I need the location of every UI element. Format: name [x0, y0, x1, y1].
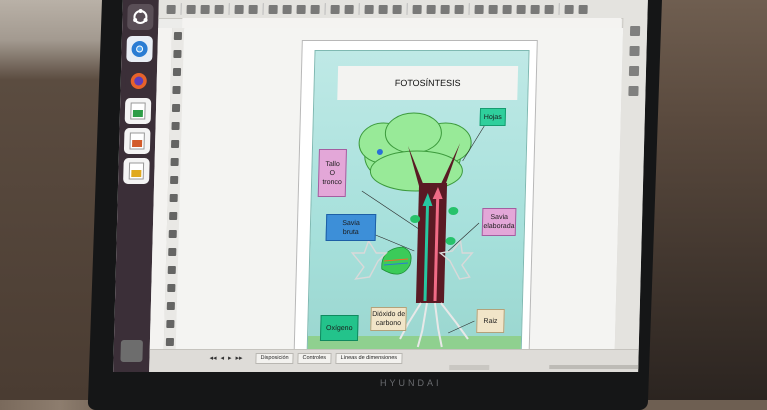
poster-background: FOTOSÍNTESIS Hojas Tallo O tronco Savia …: [306, 50, 530, 357]
crop-icon[interactable]: [530, 4, 540, 14]
line-icon[interactable]: [171, 104, 181, 112]
properties-icon[interactable]: [629, 26, 641, 36]
callouts-icon[interactable]: [166, 302, 175, 310]
chromium-icon[interactable]: [126, 36, 153, 62]
monitor-brand-logo: HYUNDAI: [380, 378, 442, 388]
ubuntu-dash-icon[interactable]: [127, 4, 154, 30]
select-arrow-icon[interactable]: [173, 32, 183, 40]
select-tool-icon[interactable]: [166, 4, 176, 14]
align-objects-icon[interactable]: [488, 4, 498, 14]
toolbar-separator: [262, 3, 264, 15]
print-icon[interactable]: [248, 4, 258, 14]
tab-navigation: ◂◂ ◂ ▸ ▸▸: [209, 354, 242, 362]
main-toolbar: [158, 0, 648, 19]
oxygen-arrow: [350, 239, 388, 280]
navigator-icon[interactable]: [628, 86, 639, 96]
screen: FOTOSÍNTESIS Hojas Tallo O tronco Savia …: [113, 0, 648, 372]
helplines-icon[interactable]: [378, 4, 388, 14]
zoom-icon[interactable]: [392, 4, 402, 14]
clone-formatting-icon[interactable]: [310, 4, 320, 14]
text-icon[interactable]: [172, 68, 182, 76]
flowchart-icon[interactable]: [167, 284, 176, 292]
stars-icon[interactable]: [166, 320, 175, 328]
undo-icon[interactable]: [330, 4, 340, 14]
toolbar-separator: [180, 3, 182, 15]
libreoffice-calc-icon[interactable]: [124, 98, 152, 124]
libreoffice-impress-icon[interactable]: [123, 128, 151, 154]
toolbar-separator: [324, 3, 326, 15]
arrow-line-icon[interactable]: [171, 122, 180, 130]
copy-icon[interactable]: [282, 4, 292, 14]
fontwork-icon[interactable]: [454, 4, 464, 14]
toolbar-separator: [228, 3, 230, 15]
tree-roots: [399, 302, 469, 348]
trash-icon[interactable]: [120, 340, 143, 362]
curve-icon[interactable]: [170, 176, 179, 184]
arrange-icon[interactable]: [502, 4, 512, 14]
save-icon[interactable]: [214, 4, 224, 14]
zoom-pan-icon[interactable]: [173, 50, 182, 58]
prev-tab-icon[interactable]: ◂: [220, 354, 224, 362]
cut-icon[interactable]: [268, 4, 278, 14]
drawing-canvas[interactable]: FOTOSÍNTESIS Hojas Tallo O tronco Savia …: [175, 28, 624, 360]
status-position-readout: [449, 365, 490, 370]
transformations-icon[interactable]: [474, 4, 484, 14]
open-folder-icon[interactable]: [200, 4, 210, 14]
export-pdf-icon[interactable]: [234, 4, 244, 14]
toolbar-separator: [406, 3, 408, 15]
label-savia-bruta[interactable]: Savia bruta: [325, 214, 377, 241]
toolbar-separator: [358, 3, 360, 15]
symbol-shapes-icon[interactable]: [168, 248, 177, 256]
fill-color-icon[interactable]: [172, 86, 181, 94]
tree-canopy[interactable]: [358, 112, 472, 192]
next-tab-icon[interactable]: ▸: [228, 354, 232, 362]
libreoffice-draw-icon[interactable]: [123, 158, 150, 184]
gallery-icon[interactable]: [628, 66, 640, 76]
ellipse-icon[interactable]: [170, 158, 179, 166]
label-hojas[interactable]: Hojas: [479, 108, 507, 126]
toolbar-separator: [468, 3, 470, 15]
tab-controles[interactable]: Controles: [297, 353, 332, 364]
first-tab-icon[interactable]: ◂◂: [209, 354, 216, 362]
new-document-icon[interactable]: [186, 4, 196, 14]
last-tab-icon[interactable]: ▸▸: [235, 354, 242, 362]
label-tallo-o-tronco[interactable]: Tallo O tronco: [317, 149, 347, 197]
tree-trunk[interactable]: [415, 183, 448, 303]
show-draw-functions-icon[interactable]: [564, 4, 574, 14]
firefox-icon[interactable]: [125, 68, 153, 94]
styles-icon[interactable]: [629, 46, 640, 56]
connector-icon[interactable]: [169, 194, 178, 202]
basic-shapes-icon[interactable]: [168, 230, 177, 238]
shadow-icon[interactable]: [516, 4, 526, 14]
lines-arrows-icon[interactable]: [169, 212, 178, 220]
grid-icon[interactable]: [364, 4, 374, 14]
insert-special-character-icon[interactable]: [440, 4, 450, 14]
label-raiz[interactable]: Raiz: [476, 309, 505, 333]
label-oxigeno[interactable]: Oxígeno: [319, 315, 359, 341]
insert-textbox-icon[interactable]: [426, 4, 436, 14]
document-page: FOTOSÍNTESIS Hojas Tallo O tronco Savia …: [293, 40, 538, 360]
3d-objects-icon[interactable]: [165, 338, 175, 346]
paste-icon[interactable]: [296, 4, 306, 14]
zoom-slider[interactable]: [549, 365, 648, 369]
poster-title[interactable]: FOTOSÍNTESIS: [337, 66, 519, 100]
label-savia-elaborada[interactable]: Savia elaborada: [481, 208, 517, 236]
tab-disposicion[interactable]: Disposición: [255, 353, 294, 364]
block-arrows-icon[interactable]: [167, 266, 176, 274]
label-dioxido-de-carbono[interactable]: Dióxido de carbono: [370, 307, 407, 331]
tab-lineas-de-dimensiones[interactable]: Líneas de dimensiones: [335, 353, 403, 364]
toggle-extrusion-icon[interactable]: [544, 4, 554, 14]
insert-image-icon[interactable]: [412, 4, 422, 14]
rectangle-icon[interactable]: [170, 140, 180, 148]
toolbar-separator: [558, 3, 560, 15]
status-bar: ◂◂ ◂ ▸ ▸▸ Disposición Controles Líneas d…: [149, 349, 648, 372]
window-close-icon[interactable]: [578, 4, 588, 14]
redo-icon[interactable]: [344, 4, 354, 14]
